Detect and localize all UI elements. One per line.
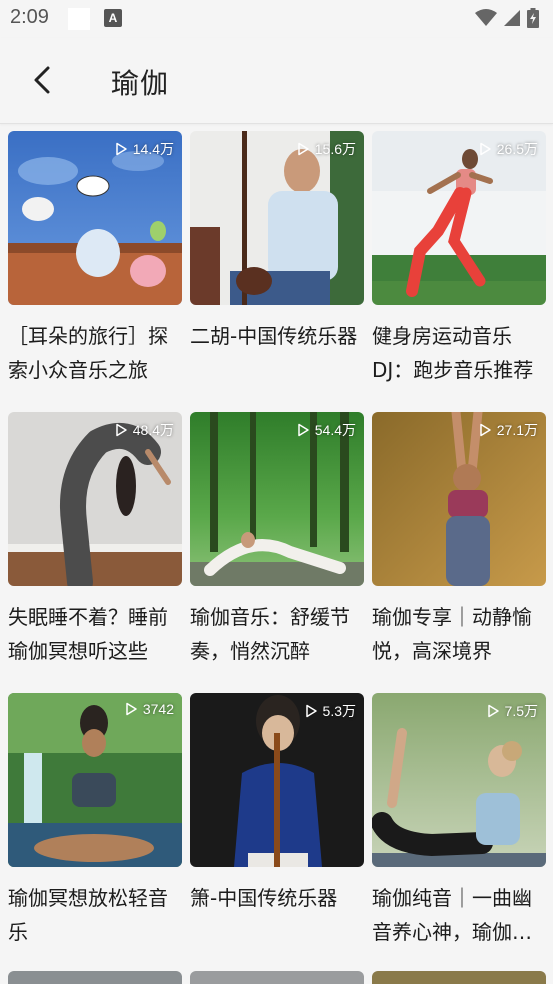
playlist-title: 瑜伽纯音｜一曲幽音养心神，瑜伽冥想	[372, 886, 532, 944]
play-count-text: 26.5万	[496, 141, 538, 157]
play-count: 15.6万	[296, 139, 356, 159]
playlist-card[interactable]: 54.4万 瑜伽音乐：舒缓节奏，悄然沉醉	[190, 412, 364, 693]
play-count-text: 5.3万	[322, 703, 356, 719]
play-count: 26.5万	[478, 139, 538, 159]
playlist-cover: 3742	[8, 693, 182, 867]
play-icon	[487, 704, 499, 718]
playlist-title: 箫-中国传统乐器	[190, 886, 338, 910]
play-icon	[116, 142, 127, 156]
play-count-text: 48.4万	[132, 422, 174, 438]
play-count-text: 14.4万	[132, 141, 174, 157]
play-icon	[480, 142, 491, 156]
play-icon	[126, 702, 137, 716]
playlist-cover: 15.6万	[190, 131, 364, 305]
playlist-card[interactable]: 15.6万 二胡-中国传统乐器	[190, 131, 364, 412]
play-count: 27.1万	[478, 420, 538, 440]
play-count: 5.3万	[304, 701, 356, 721]
next-row-cover-partial[interactable]	[8, 971, 182, 984]
play-count-text: 3742	[142, 701, 174, 717]
playlist-card[interactable]: 7.5万 瑜伽纯音｜一曲幽音养心神，瑜伽冥想	[372, 693, 546, 974]
next-row-cover-partial[interactable]	[372, 971, 546, 984]
notification-icon	[68, 8, 90, 30]
system-icons	[475, 8, 539, 28]
playlist-card[interactable]: 26.5万 健身房运动音乐DJ：跑步音乐推荐	[372, 131, 546, 412]
play-count: 3742	[124, 701, 174, 717]
playlist-card[interactable]: 27.1万 瑜伽专享｜动静愉悦，高深境界	[372, 412, 546, 693]
playlist-card[interactable]: 48.4万 失眠睡不着？睡前瑜伽冥想听这些	[8, 412, 182, 693]
play-count: 14.4万	[114, 139, 174, 159]
playlist-cover: 27.1万	[372, 412, 546, 586]
playlist-card[interactable]: 5.3万 箫-中国传统乐器	[190, 693, 364, 974]
playlist-title: 失眠睡不着？睡前瑜伽冥想听这些	[8, 605, 168, 663]
play-count: 7.5万	[486, 701, 538, 721]
wifi-icon	[475, 9, 497, 26]
battery-icon	[527, 8, 539, 28]
playlist-cover: 5.3万	[190, 693, 364, 867]
play-icon	[298, 423, 309, 437]
back-arrow-icon	[34, 66, 50, 94]
back-button[interactable]	[24, 60, 64, 100]
play-icon	[116, 423, 127, 437]
play-icon	[305, 704, 317, 718]
playlist-title: 二胡-中国传统乐器	[190, 324, 358, 348]
playlist-title: ［耳朵的旅行］探索小众音乐之旅	[8, 324, 168, 382]
playlist-title: 健身房运动音乐DJ：跑步音乐推荐	[372, 324, 534, 382]
play-count: 48.4万	[114, 420, 174, 440]
playlist-cover: 14.4万	[8, 131, 182, 305]
playlist-cover: 7.5万	[372, 693, 546, 867]
playlist-grid: 14.4万 ［耳朵的旅行］探索小众音乐之旅 15.6万 二胡-中国传统乐器 26…	[8, 131, 546, 974]
playlist-title: 瑜伽音乐：舒缓节奏，悄然沉醉	[190, 605, 350, 663]
meditation-cover-image	[8, 693, 182, 867]
play-count-text: 54.4万	[314, 422, 356, 438]
playlist-title: 瑜伽专享｜动静愉悦，高深境界	[372, 605, 532, 663]
playlist-cover: 54.4万	[190, 412, 364, 586]
status-bar: 2:09 A	[0, 0, 553, 38]
play-count: 54.4万	[296, 420, 356, 440]
page-title: 瑜伽	[111, 67, 170, 100]
playlist-cover: 26.5万	[372, 131, 546, 305]
play-count-text: 27.1万	[496, 422, 538, 438]
app-bar: 瑜伽	[0, 38, 553, 124]
playlist-title: 瑜伽冥想放松轻音乐	[8, 886, 168, 944]
playlist-card[interactable]: 14.4万 ［耳朵的旅行］探索小众音乐之旅	[8, 131, 182, 412]
keyboard-notification-icon: A	[104, 9, 122, 27]
status-time: 2:09	[10, 6, 49, 28]
playlist-card[interactable]: 3742 瑜伽冥想放松轻音乐	[8, 693, 182, 974]
next-row-cover-partial[interactable]	[190, 971, 364, 984]
playlist-cover: 48.4万	[8, 412, 182, 586]
play-count-text: 15.6万	[314, 141, 356, 157]
play-count-text: 7.5万	[504, 703, 538, 719]
play-icon	[298, 142, 309, 156]
signal-icon	[504, 10, 520, 26]
play-icon	[480, 423, 491, 437]
